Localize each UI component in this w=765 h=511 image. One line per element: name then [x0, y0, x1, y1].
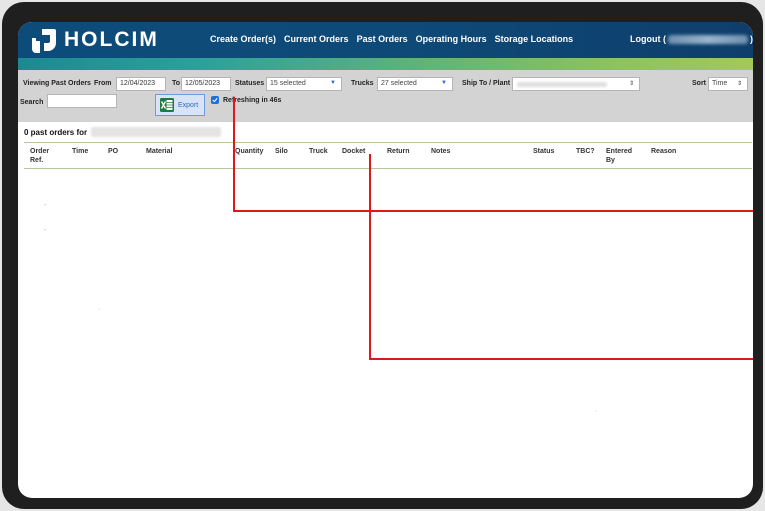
statuses-label: Statuses [235, 80, 265, 87]
viewing-past-orders-label: Viewing Past Orders [23, 80, 91, 87]
brand-gradient-band [18, 58, 753, 70]
redacted-username [667, 34, 748, 44]
col-tbc[interactable]: TBC? [576, 147, 595, 156]
sort-select[interactable]: Time ⇕ [708, 77, 748, 91]
nav-current-orders[interactable]: Current Orders [284, 34, 349, 44]
from-date-input[interactable]: 12/04/2023 [116, 77, 166, 91]
nav-past-orders[interactable]: Past Orders [357, 34, 408, 44]
artifact-mark: · [98, 306, 101, 313]
logout-link[interactable]: Logout ( ) [630, 34, 753, 44]
col-truck[interactable]: Truck [309, 147, 328, 156]
ship-to-plant-label: Ship To / Plant [462, 80, 511, 87]
to-label: To [172, 80, 181, 87]
caret-icon: ⇕ [736, 81, 742, 87]
col-reason[interactable]: Reason [651, 147, 676, 156]
statuses-value: 15 selected [270, 80, 306, 87]
filter-bar: Viewing Past Orders From 12/04/2023 To 1… [18, 70, 753, 122]
ship-to-plant-select[interactable]: ⇕ [512, 77, 640, 91]
logout-suffix: ) [749, 34, 753, 44]
top-navigation-bar: HOLCIM Create Order(s) Current Orders Pa… [18, 22, 753, 58]
trucks-label: Trucks [351, 80, 374, 87]
sort-value: Time [712, 80, 728, 87]
col-material[interactable]: Material [146, 147, 172, 156]
col-docket[interactable]: Docket [342, 147, 365, 156]
statuses-select[interactable]: 15 selected ▼ [266, 77, 342, 91]
nav-operating-hours[interactable]: Operating Hours [416, 34, 487, 44]
redacted-plant-name [517, 82, 607, 87]
brand-name: HOLCIM [64, 28, 159, 51]
holcim-logo-icon [32, 29, 56, 53]
trucks-value: 27 selected [381, 80, 417, 87]
logout-prefix: Logout ( [630, 34, 666, 44]
caret-icon: ▼ [441, 80, 447, 86]
result-summary: 0 past orders for [24, 127, 222, 137]
from-label: From [94, 80, 112, 87]
app-screen: HOLCIM Create Order(s) Current Orders Pa… [18, 22, 753, 498]
main-nav: Create Order(s) Current Orders Past Orde… [210, 34, 573, 44]
auto-refresh-toggle[interactable]: Refreshing in 46s [211, 96, 281, 104]
annotation-line-refresh-horizontal [233, 210, 753, 212]
search-input[interactable] [47, 94, 117, 108]
excel-icon [160, 98, 174, 112]
export-label: Export [178, 101, 199, 109]
nav-storage-locations[interactable]: Storage Locations [495, 34, 574, 44]
summary-text: 0 past orders for [24, 127, 88, 137]
caret-icon: ▼ [330, 80, 336, 86]
col-silo[interactable]: Silo [275, 147, 288, 156]
redacted-customer [91, 127, 222, 137]
artifact-mark: - [44, 227, 47, 234]
export-button[interactable]: Export [155, 94, 205, 116]
trucks-select[interactable]: 27 selected ▼ [377, 77, 453, 91]
col-notes[interactable]: Notes [431, 147, 450, 156]
to-date-input[interactable]: 12/05/2023 [181, 77, 231, 91]
artifact-mark: · [595, 408, 598, 415]
col-time[interactable]: Time [72, 147, 88, 156]
artifact-mark: - [44, 202, 47, 209]
col-quantity[interactable]: Quantity [235, 147, 263, 156]
col-order-ref[interactable]: Order Ref. [30, 147, 54, 165]
sort-label: Sort [692, 80, 706, 87]
annotation-line-docket-vertical [369, 154, 371, 360]
orders-table-header: Order Ref. Time PO Material Quantity Sil… [24, 142, 752, 169]
brand-logo[interactable]: HOLCIM [28, 25, 159, 55]
col-po[interactable]: PO [108, 147, 118, 156]
col-entered-by[interactable]: Entered By [606, 147, 636, 165]
refresh-label: Refreshing in 46s [223, 96, 282, 104]
annotation-line-refresh-vertical [233, 97, 235, 212]
annotation-line-docket-horizontal [369, 358, 753, 360]
col-status[interactable]: Status [533, 147, 554, 156]
caret-icon: ⇕ [628, 81, 634, 87]
search-label: Search [20, 99, 44, 106]
checkbox-checked-icon[interactable] [211, 96, 219, 104]
nav-create-orders[interactable]: Create Order(s) [210, 34, 276, 44]
col-return[interactable]: Return [387, 147, 410, 156]
